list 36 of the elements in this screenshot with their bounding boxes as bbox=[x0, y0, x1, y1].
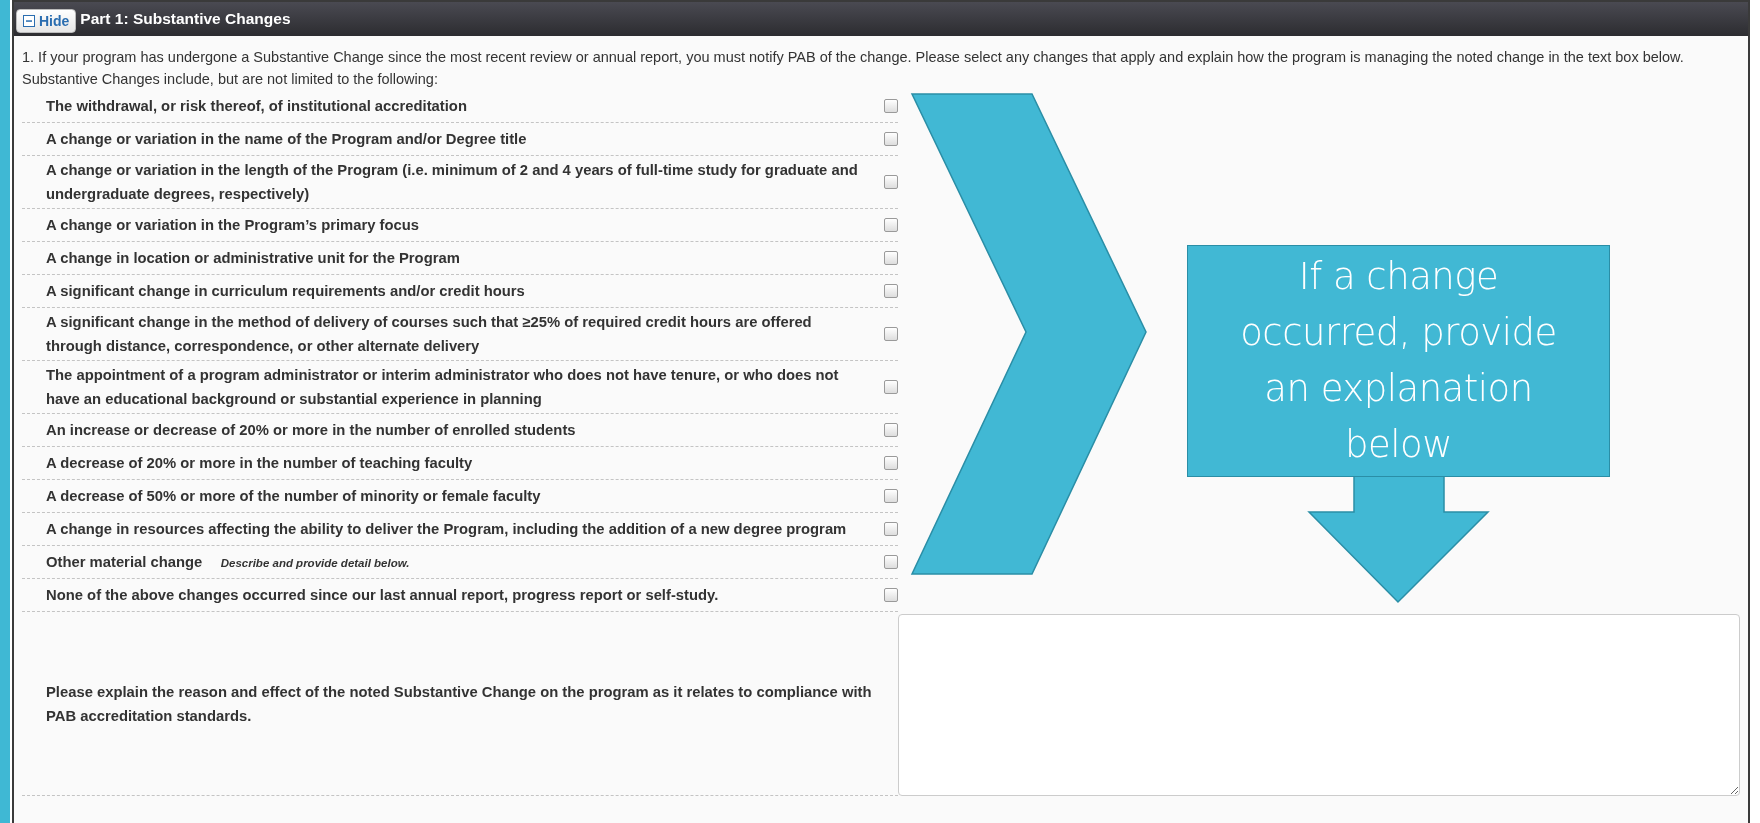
change-label: Other material change bbox=[46, 554, 204, 570]
minus-icon bbox=[23, 15, 35, 27]
intro-text: 1. If your program has undergone a Substantive Change since the most recent review or annual report, you must notify PAB of the change. Please select any changes that apply and explain how the program is managing the noted change in the text box below. Substantive Changes include, but are not limited to the following: bbox=[21, 48, 1685, 89]
hide-button[interactable]: Hide bbox=[16, 9, 77, 33]
checkbox[interactable] bbox=[884, 175, 898, 189]
change-label: A significant change in curriculum requirements and/or credit hours bbox=[46, 282, 526, 301]
checkbox[interactable] bbox=[884, 456, 898, 470]
callout-box: If a change occurred, provide an explanation below bbox=[1187, 245, 1610, 477]
explanation-field[interactable] bbox=[898, 614, 1740, 796]
change-label: A decrease of 50% or more of the number of minority or female faculty bbox=[46, 487, 542, 506]
change-label: A change or variation in the Program’s primary focus bbox=[46, 216, 421, 235]
checkbox[interactable] bbox=[884, 284, 898, 298]
change-label: The withdrawal, or risk thereof, of institutional accreditation bbox=[46, 97, 468, 116]
checkbox[interactable] bbox=[884, 588, 898, 602]
checkbox[interactable] bbox=[884, 522, 898, 536]
checkbox[interactable] bbox=[884, 327, 898, 341]
change-label: A decrease of 20% or more in the number of teaching faculty bbox=[46, 454, 474, 473]
checkbox[interactable] bbox=[884, 132, 898, 146]
change-label: A significant change in the method of delivery of courses such that ≥25% of required credit hours are offered through distance, correspondence, or other alternate delivery bbox=[46, 313, 813, 356]
checkbox[interactable] bbox=[884, 555, 898, 569]
change-label: An increase or decrease of 20% or more in the number of enrolled students bbox=[46, 421, 577, 440]
hint-text: Describe and provide detail below. bbox=[220, 557, 410, 569]
panel-title: Part 1: Substantive Changes bbox=[80, 10, 291, 28]
change-label: A change or variation in the name of the Program and/or Degree title bbox=[46, 130, 528, 149]
checkbox[interactable] bbox=[884, 489, 898, 503]
checkbox[interactable] bbox=[884, 380, 898, 394]
checkbox[interactable] bbox=[884, 423, 898, 437]
explanation-label: Please explain the reason and effect of the noted Substantive Change on the program as it relates to compliance with PAB accreditation standards. bbox=[46, 682, 873, 726]
checkbox[interactable] bbox=[884, 218, 898, 232]
change-label: None of the above changes occurred since our last annual report, progress report or self-study. bbox=[46, 586, 720, 605]
checkbox[interactable] bbox=[884, 99, 898, 113]
change-label: A change or variation in the length of the Program (i.e. minimum of 2 and 4 years of full-time study for graduate and undergraduate degrees, respectively) bbox=[46, 161, 859, 204]
change-label: A change in resources affecting the ability to deliver the Program, including the addition of a new degree program bbox=[46, 520, 848, 539]
change-label: The appointment of a program administrator or interim administrator who does not have tenure, or who does not have an educational background or substantial experience in planning bbox=[46, 366, 840, 409]
change-label: A change in location or administrative unit for the Program bbox=[46, 249, 461, 268]
checkbox[interactable] bbox=[884, 251, 898, 265]
